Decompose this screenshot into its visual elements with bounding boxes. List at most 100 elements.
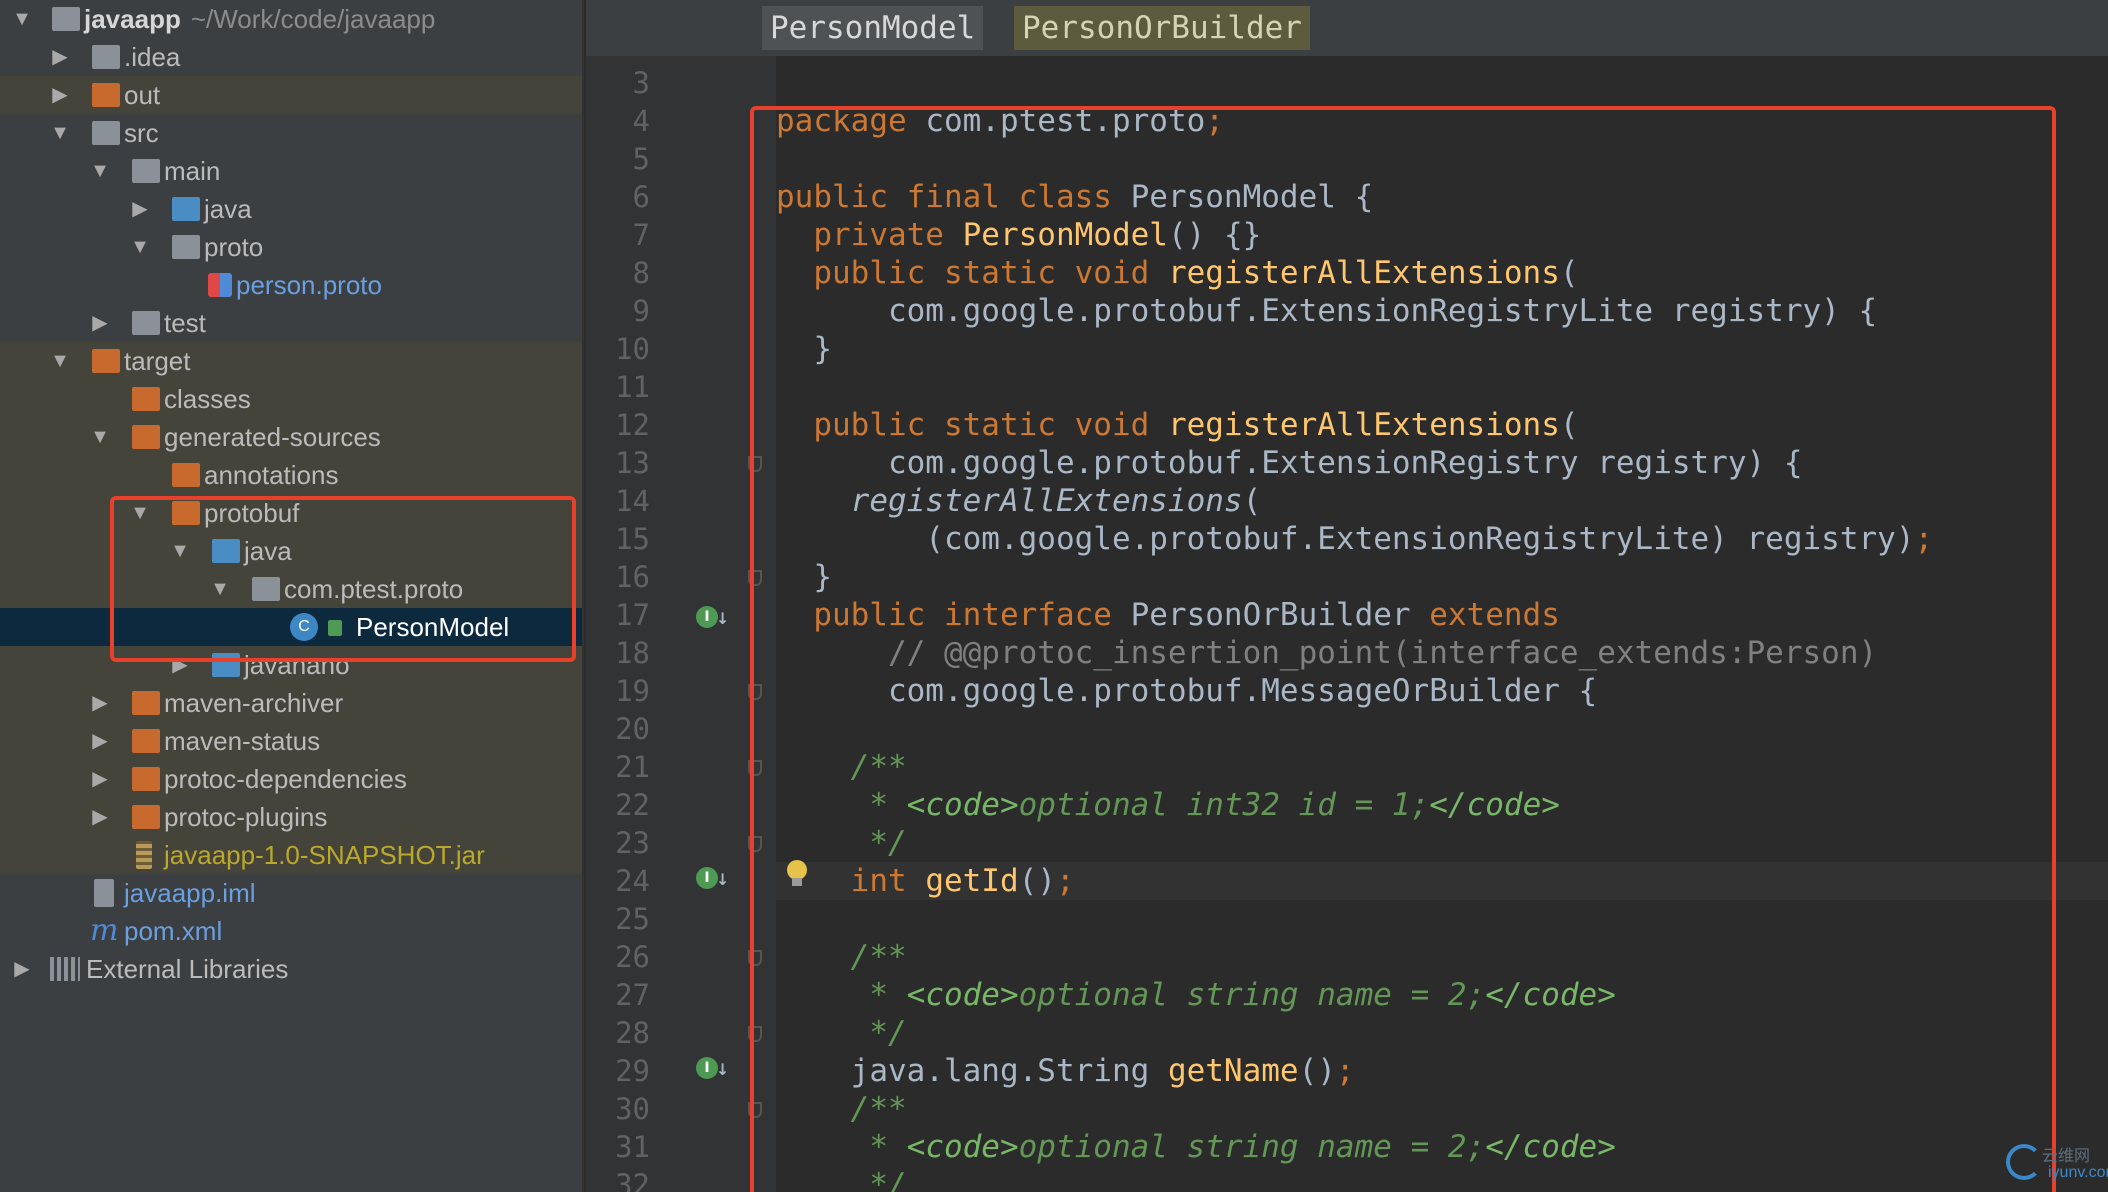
code-editor[interactable]: package com.ptest.proto; public final cla… [776,56,2108,1192]
code-line[interactable] [776,64,2108,102]
tree-item-pom[interactable]: m pom.xml [0,912,582,950]
tree-item-javanano[interactable]: ▶ javanano [0,646,582,684]
lightbulb-icon[interactable] [786,860,808,886]
proto-file-icon [208,273,232,297]
tree-item-personmodel[interactable]: C PersonModel [0,608,582,646]
code-line[interactable]: } [776,558,2108,596]
chevron-down-icon[interactable]: ▼ [48,114,72,152]
chevron-down-icon[interactable]: ▼ [10,0,34,38]
project-tree: ▼ javaapp ~/Work/code/javaapp ▶ .idea ▶ o… [0,0,584,1192]
fold-marker-icon[interactable] [748,684,762,700]
tree-item-annotations[interactable]: annotations [0,456,582,494]
fold-marker-icon[interactable] [748,950,762,966]
chevron-right-icon[interactable]: ▶ [88,722,112,760]
code-line[interactable]: // @@protoc_insertion_point(interface_ex… [776,634,2108,672]
code-line[interactable]: } [776,330,2108,368]
line-number: 15 [615,522,650,556]
fold-marker-icon[interactable] [748,1102,762,1118]
tree-item-maven-archiver[interactable]: ▶ maven-archiver [0,684,582,722]
tree-item-protobuf-java[interactable]: ▼ java [0,532,582,570]
code-line[interactable]: registerAllExtensions( [776,482,2108,520]
fold-marker-icon[interactable] [748,836,762,852]
tree-item-generated-sources[interactable]: ▼ generated-sources [0,418,582,456]
code-line[interactable]: * <code>optional int32 id = 1;</code> [776,786,2108,824]
chevron-right-icon[interactable]: ▶ [88,304,112,342]
tree-item-proto[interactable]: ▼ proto [0,228,582,266]
code-line[interactable]: public interface PersonOrBuilder extends [776,596,2108,634]
chevron-down-icon[interactable]: ▼ [48,342,72,380]
tree-item-out[interactable]: ▶ out [0,76,582,114]
tree-item-external-libraries[interactable]: ▶ External Libraries [0,950,582,988]
code-token: registerAllExtensions [1167,407,1560,443]
tree-item-src[interactable]: ▼ src [0,114,582,152]
code-line[interactable]: package com.ptest.proto; [776,102,2108,140]
implemented-method-icon[interactable]: I [696,867,729,891]
code-line[interactable]: */ [776,1166,2108,1192]
tab-personmodel[interactable]: PersonModel [762,6,984,50]
code-line[interactable] [776,140,2108,178]
code-line[interactable]: public static void registerAllExtensions… [776,254,2108,292]
code-line[interactable]: public static void registerAllExtensions… [776,406,2108,444]
tab-personorbuilder[interactable]: PersonOrBuilder [1014,6,1310,50]
tree-item-label: External Libraries [86,954,289,984]
chevron-down-icon[interactable]: ▼ [168,532,192,570]
tree-item-javaapp[interactable]: ▼ javaapp ~/Work/code/javaapp [0,0,582,38]
chevron-down-icon[interactable]: ▼ [128,494,152,532]
code-line[interactable]: (com.google.protobuf.ExtensionRegistryLi… [776,520,2108,558]
tree-item-protoc-plugins[interactable]: ▶ protoc-plugins [0,798,582,836]
line-number: 25 [615,902,650,936]
chevron-right-icon[interactable]: ▶ [88,760,112,798]
code-line[interactable]: java.lang.String getName(); [776,1052,2108,1090]
line-number: 32 [615,1168,650,1192]
tree-item-label: com.ptest.proto [284,574,464,604]
tree-item-iml[interactable]: javaapp.iml [0,874,582,912]
chevron-right-icon[interactable]: ▶ [48,76,72,114]
chevron-right-icon[interactable]: ▶ [10,950,34,988]
chevron-right-icon[interactable]: ▶ [168,646,192,684]
chevron-down-icon[interactable]: ▼ [88,152,112,190]
chevron-down-icon[interactable]: ▼ [88,418,112,456]
fold-marker-icon[interactable] [748,1026,762,1042]
tree-item-java[interactable]: ▶ java [0,190,582,228]
code-line[interactable] [776,368,2108,406]
line-number: 20 [615,712,650,746]
tree-item-classes[interactable]: classes [0,380,582,418]
code-line[interactable]: private PersonModel() {} [776,216,2108,254]
code-line[interactable]: int getId(); [776,862,2108,900]
chevron-right-icon[interactable]: ▶ [88,798,112,836]
tree-item-test[interactable]: ▶ test [0,304,582,342]
tree-item-protoc-dependencies[interactable]: ▶ protoc-dependencies [0,760,582,798]
code-line[interactable]: com.google.protobuf.ExtensionRegistryLit… [776,292,2108,330]
code-line[interactable]: * <code>optional string name = 2;</code> [776,976,2108,1014]
tree-item-person-proto[interactable]: person.proto [0,266,582,304]
fold-marker-icon[interactable] [748,760,762,776]
code-line[interactable]: com.google.protobuf.MessageOrBuilder { [776,672,2108,710]
code-line[interactable]: /** [776,748,2108,786]
tree-item-idea[interactable]: ▶ .idea [0,38,582,76]
tree-item-maven-status[interactable]: ▶ maven-status [0,722,582,760]
implemented-method-icon[interactable]: I [696,606,729,630]
tree-item-target[interactable]: ▼ target [0,342,582,380]
implemented-method-icon[interactable]: I [696,1057,729,1081]
fold-marker-icon[interactable] [748,570,762,586]
chevron-right-icon[interactable]: ▶ [128,190,152,228]
tree-item-jar[interactable]: javaapp-1.0-SNAPSHOT.jar [0,836,582,874]
tree-item-protobuf[interactable]: ▼ protobuf [0,494,582,532]
code-line[interactable]: public final class PersonModel { [776,178,2108,216]
chevron-down-icon[interactable]: ▼ [128,228,152,266]
code-token: registerAllExtensions [850,483,1243,519]
code-line[interactable] [776,710,2108,748]
code-line[interactable]: com.google.protobuf.ExtensionRegistry re… [776,444,2108,482]
chevron-right-icon[interactable]: ▶ [48,38,72,76]
code-line[interactable]: */ [776,824,2108,862]
code-line[interactable]: */ [776,1014,2108,1052]
chevron-down-icon[interactable]: ▼ [208,570,232,608]
code-line[interactable]: * <code>optional string name = 2;</code> [776,1128,2108,1166]
chevron-right-icon[interactable]: ▶ [88,684,112,722]
code-line[interactable] [776,900,2108,938]
code-line[interactable]: /** [776,1090,2108,1128]
code-line[interactable]: /** [776,938,2108,976]
tree-item-main[interactable]: ▼ main [0,152,582,190]
fold-marker-icon[interactable] [748,456,762,472]
tree-item-package[interactable]: ▼ com.ptest.proto [0,570,582,608]
